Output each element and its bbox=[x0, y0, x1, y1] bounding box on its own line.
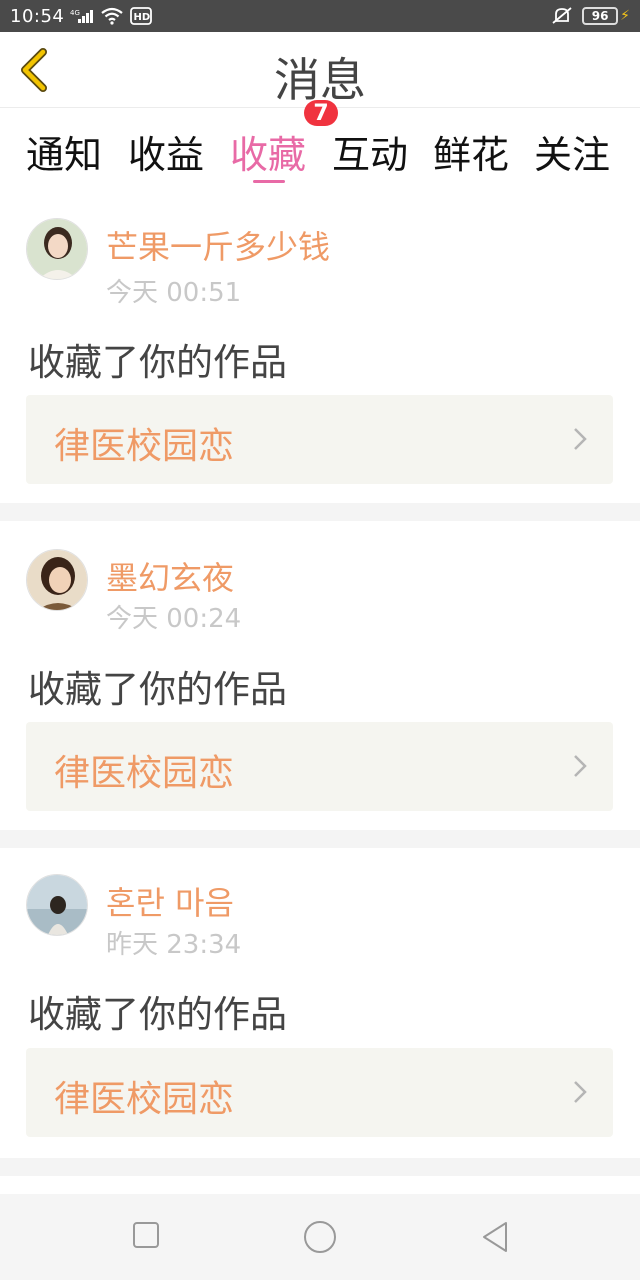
svg-text:HD: HD bbox=[134, 12, 151, 23]
signal-group: 4G HD bbox=[70, 7, 153, 25]
vibrate-mute-icon bbox=[552, 7, 572, 24]
message-card: 혼란 마음 昨天 23:34 收藏了你的作品 律医校园恋 bbox=[0, 848, 640, 1153]
tab-follows[interactable]: 关注 bbox=[534, 124, 610, 179]
tab-flowers[interactable]: 鲜花 bbox=[433, 124, 509, 179]
system-nav-bar bbox=[0, 1194, 640, 1280]
username[interactable]: 혼란 마음 bbox=[106, 878, 234, 924]
tab-earnings[interactable]: 收益 bbox=[128, 124, 204, 179]
message-time: 昨天 23:34 bbox=[106, 930, 242, 960]
tab-interactions[interactable]: 互动 bbox=[332, 124, 408, 179]
work-link[interactable]: 律医校园恋 bbox=[26, 1048, 613, 1137]
chevron-right-icon bbox=[574, 755, 587, 777]
battery-icon: 96 bbox=[582, 7, 619, 25]
message-card: 芒果一斤多少钱 今天 00:51 收藏了你的作品 律医校园恋 bbox=[0, 198, 640, 503]
message-card: 墨幻玄夜 今天 00:24 收藏了你的作品 律医校园恋 bbox=[0, 521, 640, 826]
chevron-right-icon bbox=[574, 1081, 587, 1103]
action-text: 收藏了你的作品 bbox=[28, 993, 287, 1036]
active-tab-indicator bbox=[253, 180, 285, 183]
action-text: 收藏了你的作品 bbox=[28, 668, 287, 711]
battery-level: 96 bbox=[591, 9, 609, 23]
username[interactable]: 芒果一斤多少钱 bbox=[106, 222, 330, 268]
wifi-icon bbox=[101, 7, 124, 25]
divider bbox=[0, 503, 640, 521]
avatar[interactable] bbox=[26, 218, 88, 280]
work-title: 律医校园恋 bbox=[54, 426, 235, 467]
work-link[interactable]: 律医校园恋 bbox=[26, 395, 613, 484]
back-triangle-icon[interactable] bbox=[480, 1220, 510, 1254]
avatar[interactable] bbox=[26, 549, 88, 611]
chevron-right-icon bbox=[574, 428, 587, 450]
hd-icon: HD bbox=[130, 7, 153, 25]
avatar[interactable] bbox=[26, 874, 88, 936]
work-link[interactable]: 律医校园恋 bbox=[26, 722, 613, 811]
divider bbox=[0, 1158, 640, 1176]
recent-apps-icon[interactable] bbox=[132, 1220, 160, 1250]
unread-badge: 7 bbox=[304, 100, 338, 126]
tab-notifications[interactable]: 通知 bbox=[26, 124, 102, 179]
work-title: 律医校园恋 bbox=[54, 753, 235, 794]
status-right: 96 ⚡ bbox=[550, 7, 630, 25]
title-bar: 消息 bbox=[0, 32, 640, 108]
message-time: 今天 00:51 bbox=[106, 278, 242, 308]
svg-text:4G: 4G bbox=[70, 9, 80, 17]
status-bar: 10:54 4G HD 96 ⚡ bbox=[0, 0, 640, 32]
home-icon[interactable] bbox=[302, 1220, 338, 1254]
divider bbox=[0, 830, 640, 848]
message-time: 今天 00:24 bbox=[106, 604, 242, 634]
work-title: 律医校园恋 bbox=[54, 1079, 235, 1120]
charging-icon: ⚡ bbox=[620, 8, 630, 24]
username[interactable]: 墨幻玄夜 bbox=[106, 553, 234, 599]
cellular-signal-icon: 4G bbox=[70, 9, 94, 23]
tab-favorites[interactable]: 收藏 bbox=[230, 124, 306, 179]
status-time: 10:54 bbox=[10, 5, 65, 27]
action-text: 收藏了你的作品 bbox=[28, 341, 287, 384]
